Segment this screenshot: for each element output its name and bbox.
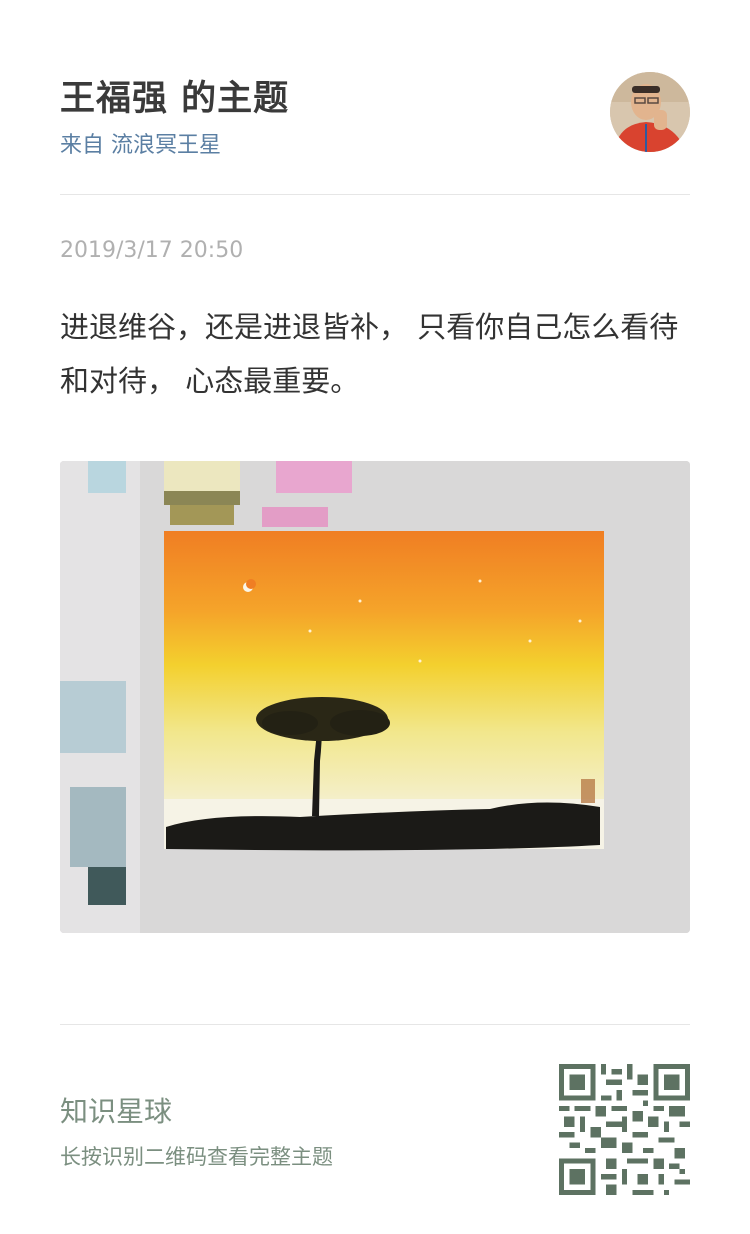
qr-code-icon[interactable] <box>559 1064 690 1195</box>
avatar-image <box>610 72 690 152</box>
header-divider <box>60 194 690 195</box>
qr-hint: 长按识别二维码查看完整主题 <box>60 1145 333 1169</box>
post-timestamp: 2019/3/17 20:50 <box>60 238 244 263</box>
footer-divider <box>60 1024 690 1025</box>
post-text: 进退维谷，还是进退皆补， 只看你自己怎么看待和对待， 心态最重要。 <box>60 310 679 398</box>
brand-name: 知识星球 <box>60 1095 173 1128</box>
post-image[interactable] <box>60 461 690 933</box>
avatar[interactable] <box>610 72 690 152</box>
source-link[interactable]: 来自 流浪冥王星 <box>60 127 221 159</box>
page-title: 王福强 的主题 <box>60 79 290 119</box>
painting-photo <box>60 461 690 933</box>
qr-code-graphic <box>559 1064 690 1195</box>
